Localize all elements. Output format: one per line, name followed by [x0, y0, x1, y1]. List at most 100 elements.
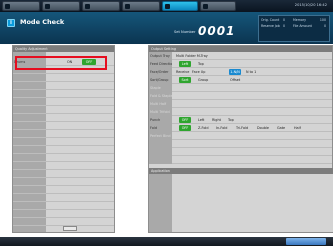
- feed-left-option[interactable]: Left: [179, 61, 191, 67]
- list-item: [13, 74, 114, 82]
- row-label: Output Tray: [149, 52, 172, 60]
- list-item: [13, 162, 114, 170]
- row-label: Feed Direction: [149, 60, 172, 68]
- face-up-option[interactable]: Face Up: [191, 69, 206, 75]
- row-label: [149, 140, 172, 148]
- list-item: [149, 148, 332, 156]
- tab-icon: [165, 4, 170, 9]
- punch-right-option[interactable]: Right: [211, 117, 222, 123]
- label-column: [149, 174, 172, 232]
- info-value: 0: [283, 24, 286, 28]
- list-item: [13, 122, 114, 130]
- list-item: [13, 218, 114, 226]
- staple-row: Staple: [149, 84, 332, 92]
- set-number-value: 0001: [198, 24, 236, 38]
- close-button[interactable]: [286, 238, 326, 245]
- fold-z-option[interactable]: Z-Fold: [197, 125, 209, 131]
- list-item: [13, 194, 114, 202]
- top-tab-bar: 2015/10/20 16:42: [0, 0, 333, 12]
- info-value: 100: [319, 18, 326, 22]
- status-info-box: Orig. Count 0 Memory 100 Reserve Job 0 F…: [258, 15, 330, 42]
- list-item: [13, 138, 114, 146]
- row-label: Multi Half: [149, 100, 172, 108]
- punch-row: Punch OFF Left Right Top: [149, 116, 332, 124]
- page-title: Mode Check: [20, 18, 65, 26]
- fold-half-option[interactable]: Half: [293, 125, 302, 131]
- top-tab-6[interactable]: [200, 1, 236, 11]
- list-item: [13, 186, 114, 194]
- top-tab-4[interactable]: [122, 1, 160, 11]
- top-tab-2[interactable]: [42, 1, 80, 11]
- list-item: [13, 98, 114, 106]
- list-item: [13, 202, 114, 210]
- top-tab-5[interactable]: [162, 1, 198, 11]
- info-label: Memory: [293, 18, 306, 22]
- multi-half-row: Multi Half: [149, 100, 332, 108]
- scroll-button[interactable]: [63, 226, 77, 231]
- tab-icon: [5, 4, 10, 9]
- info-value: 0: [323, 24, 326, 28]
- row-label: Punch: [149, 116, 172, 124]
- fold-staple-row: Fold & Staple: [149, 92, 332, 100]
- output-tray-row: Output Tray Multi Folder M-Tray: [149, 52, 332, 60]
- sort-group-row: Sort/Group Sort Group Offset: [149, 76, 332, 84]
- offset-option[interactable]: Offset: [229, 77, 241, 83]
- top-tab-3[interactable]: [82, 1, 120, 11]
- tab-icon: [85, 4, 90, 9]
- punch-top-option[interactable]: Top: [227, 117, 235, 123]
- row-label: Fold & Staple: [149, 92, 172, 100]
- feed-direction-row: Feed Direction Left Top: [149, 60, 332, 68]
- fold-gate-option[interactable]: Gate: [276, 125, 286, 131]
- sort-option[interactable]: Sort: [179, 77, 191, 83]
- mode-check-screen: 2015/10/20 16:42 i Mode Check Set Number…: [0, 0, 333, 246]
- list-item: [13, 106, 114, 114]
- fold-double-option[interactable]: Double: [256, 125, 270, 131]
- perfect-bind-row: Perfect Bind: [149, 132, 332, 140]
- list-item: [13, 210, 114, 218]
- face-receive-option[interactable]: Receive: [175, 69, 190, 75]
- row-label: Staple: [149, 84, 172, 92]
- row-label: Sort/Group: [149, 76, 172, 84]
- info-label: Reserve Job: [261, 24, 280, 28]
- list-item: [13, 82, 114, 90]
- info-row: Orig. Count 0 Memory 100: [261, 18, 327, 23]
- row-label: Face/Order: [149, 68, 172, 76]
- list-item: [13, 178, 114, 186]
- tab-icon: [203, 4, 208, 9]
- list-item: [149, 156, 332, 164]
- row-label: Fold: [149, 124, 172, 132]
- bottom-bar: [0, 237, 333, 246]
- top-tab-1[interactable]: [2, 1, 40, 11]
- tab-icon: [45, 4, 50, 9]
- application-panel: [149, 174, 333, 232]
- multi-trifold-row: Multi Trifold: [149, 108, 332, 116]
- quality-adjustment-panel: Quality Adjustment Drums ON OFF: [12, 45, 115, 233]
- info-icon: i: [7, 19, 15, 27]
- row-label: [149, 156, 172, 164]
- fold-in-option[interactable]: In-Fold: [215, 125, 228, 131]
- list-item: [13, 90, 114, 98]
- punch-off-option[interactable]: OFF: [179, 117, 191, 123]
- row-label: [149, 148, 172, 156]
- info-label: File Amount: [293, 24, 312, 28]
- row-label: Multi Trifold: [149, 108, 172, 116]
- punch-left-option[interactable]: Left: [197, 117, 205, 123]
- info-row: Reserve Job 0 File Amount 0: [261, 24, 327, 29]
- list-item: [13, 130, 114, 138]
- fold-off-option[interactable]: OFF: [179, 125, 191, 131]
- order-1n-option[interactable]: 1-N/N: [229, 69, 241, 75]
- fold-tri-option[interactable]: Tri-Fold: [235, 125, 249, 131]
- date-time: 2015/10/20 16:42: [294, 3, 327, 7]
- list-item: [13, 154, 114, 162]
- info-value: 0: [283, 18, 286, 22]
- row-label: Perfect Bind: [149, 132, 172, 140]
- set-number-label: Set Number: [174, 30, 196, 34]
- group-option[interactable]: Group: [197, 77, 209, 83]
- order-n1-option[interactable]: N to 1: [245, 69, 257, 75]
- list-item: [13, 170, 114, 178]
- list-item: [13, 114, 114, 122]
- feed-top-option[interactable]: Top: [197, 61, 205, 67]
- list-item: [13, 146, 114, 154]
- fold-row: Fold OFF Z-Fold In-Fold Tri-Fold Double …: [149, 124, 332, 132]
- output-tray-value: Multi Folder M-Tray: [176, 54, 208, 58]
